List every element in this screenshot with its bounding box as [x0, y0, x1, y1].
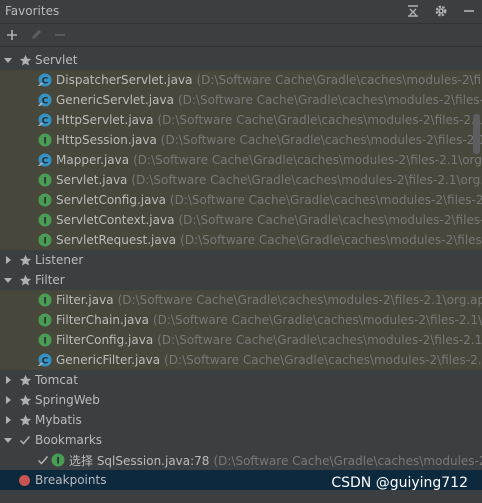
- group-label: Breakpoints: [35, 473, 107, 487]
- bookmark-label: 选择 SqlSession.java:78 (D:\Software Cache\…: [69, 453, 482, 468]
- bookmark-item[interactable]: I 选择 SqlSession.java:78 (D:\Software Cach…: [0, 450, 482, 470]
- svg-text:I: I: [43, 217, 46, 227]
- java-class-icon: C: [38, 353, 52, 367]
- scrollbar[interactable]: [473, 114, 480, 154]
- group-label: Filter: [35, 273, 65, 287]
- svg-text:I: I: [43, 197, 46, 207]
- star-icon: [18, 393, 32, 407]
- java-interface-icon: I: [38, 293, 52, 307]
- java-interface-icon: I: [38, 213, 52, 227]
- file-label: ServletConfig.java (D:\Software Cache\Gra…: [56, 193, 482, 207]
- interface-icon: I: [51, 453, 65, 467]
- group-label: Mybatis: [35, 413, 82, 427]
- group-label: Bookmarks: [35, 433, 103, 447]
- star-icon: [18, 273, 32, 287]
- java-class-icon: C: [38, 93, 52, 107]
- tree-group-bookmarks[interactable]: Bookmarks: [0, 430, 482, 450]
- file-label: FilterChain.java (D:\Software Cache\Gradl…: [56, 313, 482, 327]
- watermark: CSDN @guiying712: [331, 475, 468, 491]
- svg-text:C: C: [42, 117, 49, 127]
- svg-text:I: I: [43, 177, 46, 187]
- file-label: FilterConfig.java (D:\Software Cache\Grad…: [56, 333, 482, 347]
- minimize-icon[interactable]: [462, 4, 476, 18]
- panel-title: Favorites: [5, 4, 60, 18]
- checkmark-icon: [18, 433, 32, 447]
- file-label: GenericServlet.java (D:\Software Cache\Gr…: [56, 93, 482, 107]
- java-interface-icon: I: [38, 173, 52, 187]
- file-label: ServletRequest.java (D:\Software Cache\Gr…: [56, 233, 482, 247]
- svg-text:I: I: [43, 337, 46, 347]
- file-row[interactable]: I Servlet.java (D:\Software Cache\Gradle\c…: [0, 170, 482, 190]
- file-row[interactable]: C DispatcherServlet.java (D:\Software Cach…: [0, 70, 482, 90]
- file-row[interactable]: I FilterChain.java (D:\Software Cache\Grad…: [0, 310, 482, 330]
- svg-text:C: C: [42, 97, 49, 107]
- svg-text:I: I: [43, 137, 46, 147]
- tree-group-listener[interactable]: Listener: [0, 250, 482, 270]
- tree-group-springweb[interactable]: SpringWeb: [0, 390, 482, 410]
- group-label: Servlet: [35, 53, 78, 67]
- file-label: GenericFilter.java (D:\Software Cache\Gra…: [56, 353, 482, 367]
- file-row[interactable]: I HttpSession.java (D:\Software Cache\Grad…: [0, 130, 482, 150]
- group-label: Listener: [35, 253, 84, 267]
- chevron-right-icon[interactable]: [3, 255, 13, 265]
- file-label: HttpSession.java (D:\Software Cache\Gradl…: [56, 133, 482, 147]
- svg-text:C: C: [42, 357, 49, 367]
- svg-text:I: I: [43, 297, 46, 307]
- file-row[interactable]: I ServletRequest.java (D:\Software Cache\G…: [0, 230, 482, 250]
- file-row[interactable]: C GenericServlet.java (D:\Software Cache\G…: [0, 90, 482, 110]
- file-row[interactable]: I ServletConfig.java (D:\Software Cache\Gr…: [0, 190, 482, 210]
- file-label: HttpServlet.java (D:\Software Cache\Gradl…: [56, 113, 482, 127]
- chevron-down-icon[interactable]: [3, 55, 13, 65]
- checkmark-icon: [37, 454, 49, 466]
- file-row[interactable]: C Mapper.java (D:\Software Cache\Gradle\ca…: [0, 150, 482, 170]
- star-icon: [18, 53, 32, 67]
- java-interface-icon: I: [38, 333, 52, 347]
- tree-group-servlet[interactable]: Servlet: [0, 50, 482, 70]
- favorites-titlebar: Favorites: [0, 0, 482, 22]
- gear-icon[interactable]: [434, 4, 448, 18]
- java-class-icon: C: [38, 113, 52, 127]
- svg-text:I: I: [43, 237, 46, 247]
- chevron-right-icon[interactable]: [3, 415, 13, 425]
- svg-text:I: I: [43, 317, 46, 327]
- file-label: Mapper.java (D:\Software Cache\Gradle\cac…: [56, 153, 482, 167]
- file-row[interactable]: I FilterConfig.java (D:\Software Cache\Gra…: [0, 330, 482, 350]
- file-row[interactable]: C GenericFilter.java (D:\Software Cache\Gr…: [0, 350, 482, 370]
- favorites-tree: Servlet C DispatcherServlet.java (D:\Softw…: [0, 48, 482, 503]
- group-label: Tomcat: [35, 373, 78, 387]
- java-interface-icon: I: [38, 233, 52, 247]
- file-row[interactable]: I ServletContext.java (D:\Software Cache\G…: [0, 210, 482, 230]
- chevron-down-icon[interactable]: [3, 435, 13, 445]
- svg-text:C: C: [42, 157, 49, 167]
- java-class-icon: C: [38, 153, 52, 167]
- tree-group-mybatis[interactable]: Mybatis: [0, 410, 482, 430]
- group-label: SpringWeb: [35, 393, 100, 407]
- java-interface-icon: I: [38, 313, 52, 327]
- file-label: DispatcherServlet.java (D:\Software Cache…: [56, 73, 482, 87]
- java-interface-icon: I: [38, 133, 52, 147]
- file-label: Filter.java (D:\Software Cache\Gradle\cac…: [56, 293, 482, 307]
- favorites-toolbar: [0, 23, 482, 47]
- remove-icon[interactable]: [53, 28, 67, 42]
- java-class-icon: C: [38, 73, 52, 87]
- tree-group-filter[interactable]: Filter: [0, 270, 482, 290]
- file-label: ServletContext.java (D:\Software Cache\Gr…: [56, 213, 482, 227]
- chevron-right-icon[interactable]: [3, 395, 13, 405]
- star-icon: [18, 253, 32, 267]
- edit-icon[interactable]: [29, 28, 43, 42]
- chevron-right-icon[interactable]: [3, 375, 13, 385]
- java-interface-icon: I: [38, 193, 52, 207]
- collapse-all-icon[interactable]: [406, 4, 420, 18]
- star-icon: [18, 373, 32, 387]
- svg-text:I: I: [56, 457, 59, 467]
- star-icon: [18, 413, 32, 427]
- chevron-down-icon[interactable]: [3, 275, 13, 285]
- file-row[interactable]: I Filter.java (D:\Software Cache\Gradle\ca…: [0, 290, 482, 310]
- svg-text:C: C: [42, 77, 49, 87]
- tree-group-tomcat[interactable]: Tomcat: [0, 370, 482, 390]
- file-label: Servlet.java (D:\Software Cache\Gradle\ca…: [56, 173, 482, 187]
- add-icon[interactable]: [5, 28, 19, 42]
- breakpoint-icon: [19, 474, 30, 486]
- file-row[interactable]: C HttpServlet.java (D:\Software Cache\Grad…: [0, 110, 482, 130]
